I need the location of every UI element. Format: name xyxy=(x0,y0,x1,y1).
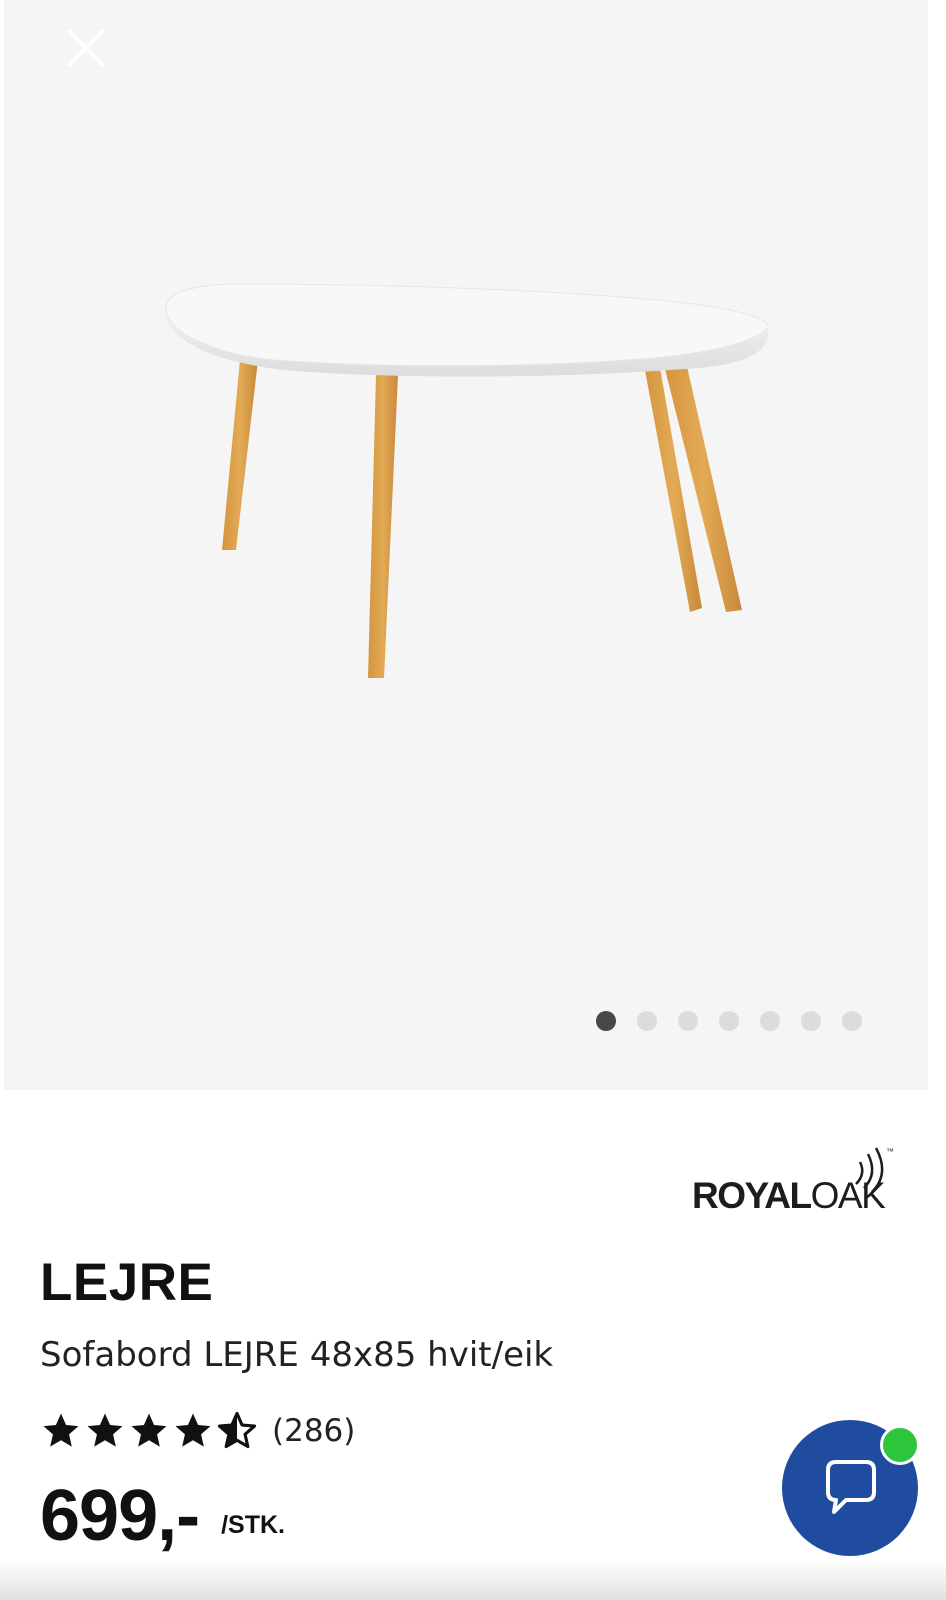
product-image xyxy=(165,283,769,678)
gallery-dot[interactable] xyxy=(678,1011,698,1031)
gallery-dot[interactable] xyxy=(842,1011,862,1031)
gallery-dot[interactable] xyxy=(760,1011,780,1031)
trademark-symbol: ™ xyxy=(886,1147,894,1156)
product-price: 699,- xyxy=(40,1476,200,1556)
star-half-icon xyxy=(217,1411,257,1449)
chat-bubble-icon xyxy=(826,1460,876,1514)
brand-logo: ROYAL OAK ™ xyxy=(692,1147,894,1216)
bottom-shadow xyxy=(0,1560,946,1600)
gallery-dot[interactable] xyxy=(801,1011,821,1031)
product-name: LEJRE xyxy=(40,1253,214,1312)
product-image-gallery[interactable] xyxy=(4,0,928,1090)
star-full-icon xyxy=(43,1413,79,1447)
brand-name-bold: ROYAL xyxy=(692,1175,812,1216)
review-count: (286) xyxy=(272,1412,356,1449)
gallery-dot[interactable] xyxy=(596,1011,616,1031)
signal-waves-icon: ™ xyxy=(855,1147,894,1193)
star-full-icon xyxy=(131,1413,167,1447)
close-icon xyxy=(68,30,104,66)
star-full-icon xyxy=(175,1413,211,1447)
close-button[interactable] xyxy=(60,22,112,74)
product-rating[interactable]: (286) xyxy=(40,1410,355,1452)
gallery-pagination xyxy=(596,1010,862,1032)
online-status-indicator xyxy=(880,1425,920,1465)
rating-stars xyxy=(40,1410,258,1452)
price-row: 699,- /STK. xyxy=(40,1480,285,1552)
product-description: Sofabord LEJRE 48x85 hvit/eik xyxy=(40,1335,554,1375)
star-full-icon xyxy=(87,1413,123,1447)
gallery-dot[interactable] xyxy=(637,1011,657,1031)
product-page: ROYAL OAK ™ LEJRE Sofabord LEJRE 48x85 h… xyxy=(0,0,946,1600)
price-unit: /STK. xyxy=(221,1511,286,1539)
gallery-dot[interactable] xyxy=(719,1011,739,1031)
